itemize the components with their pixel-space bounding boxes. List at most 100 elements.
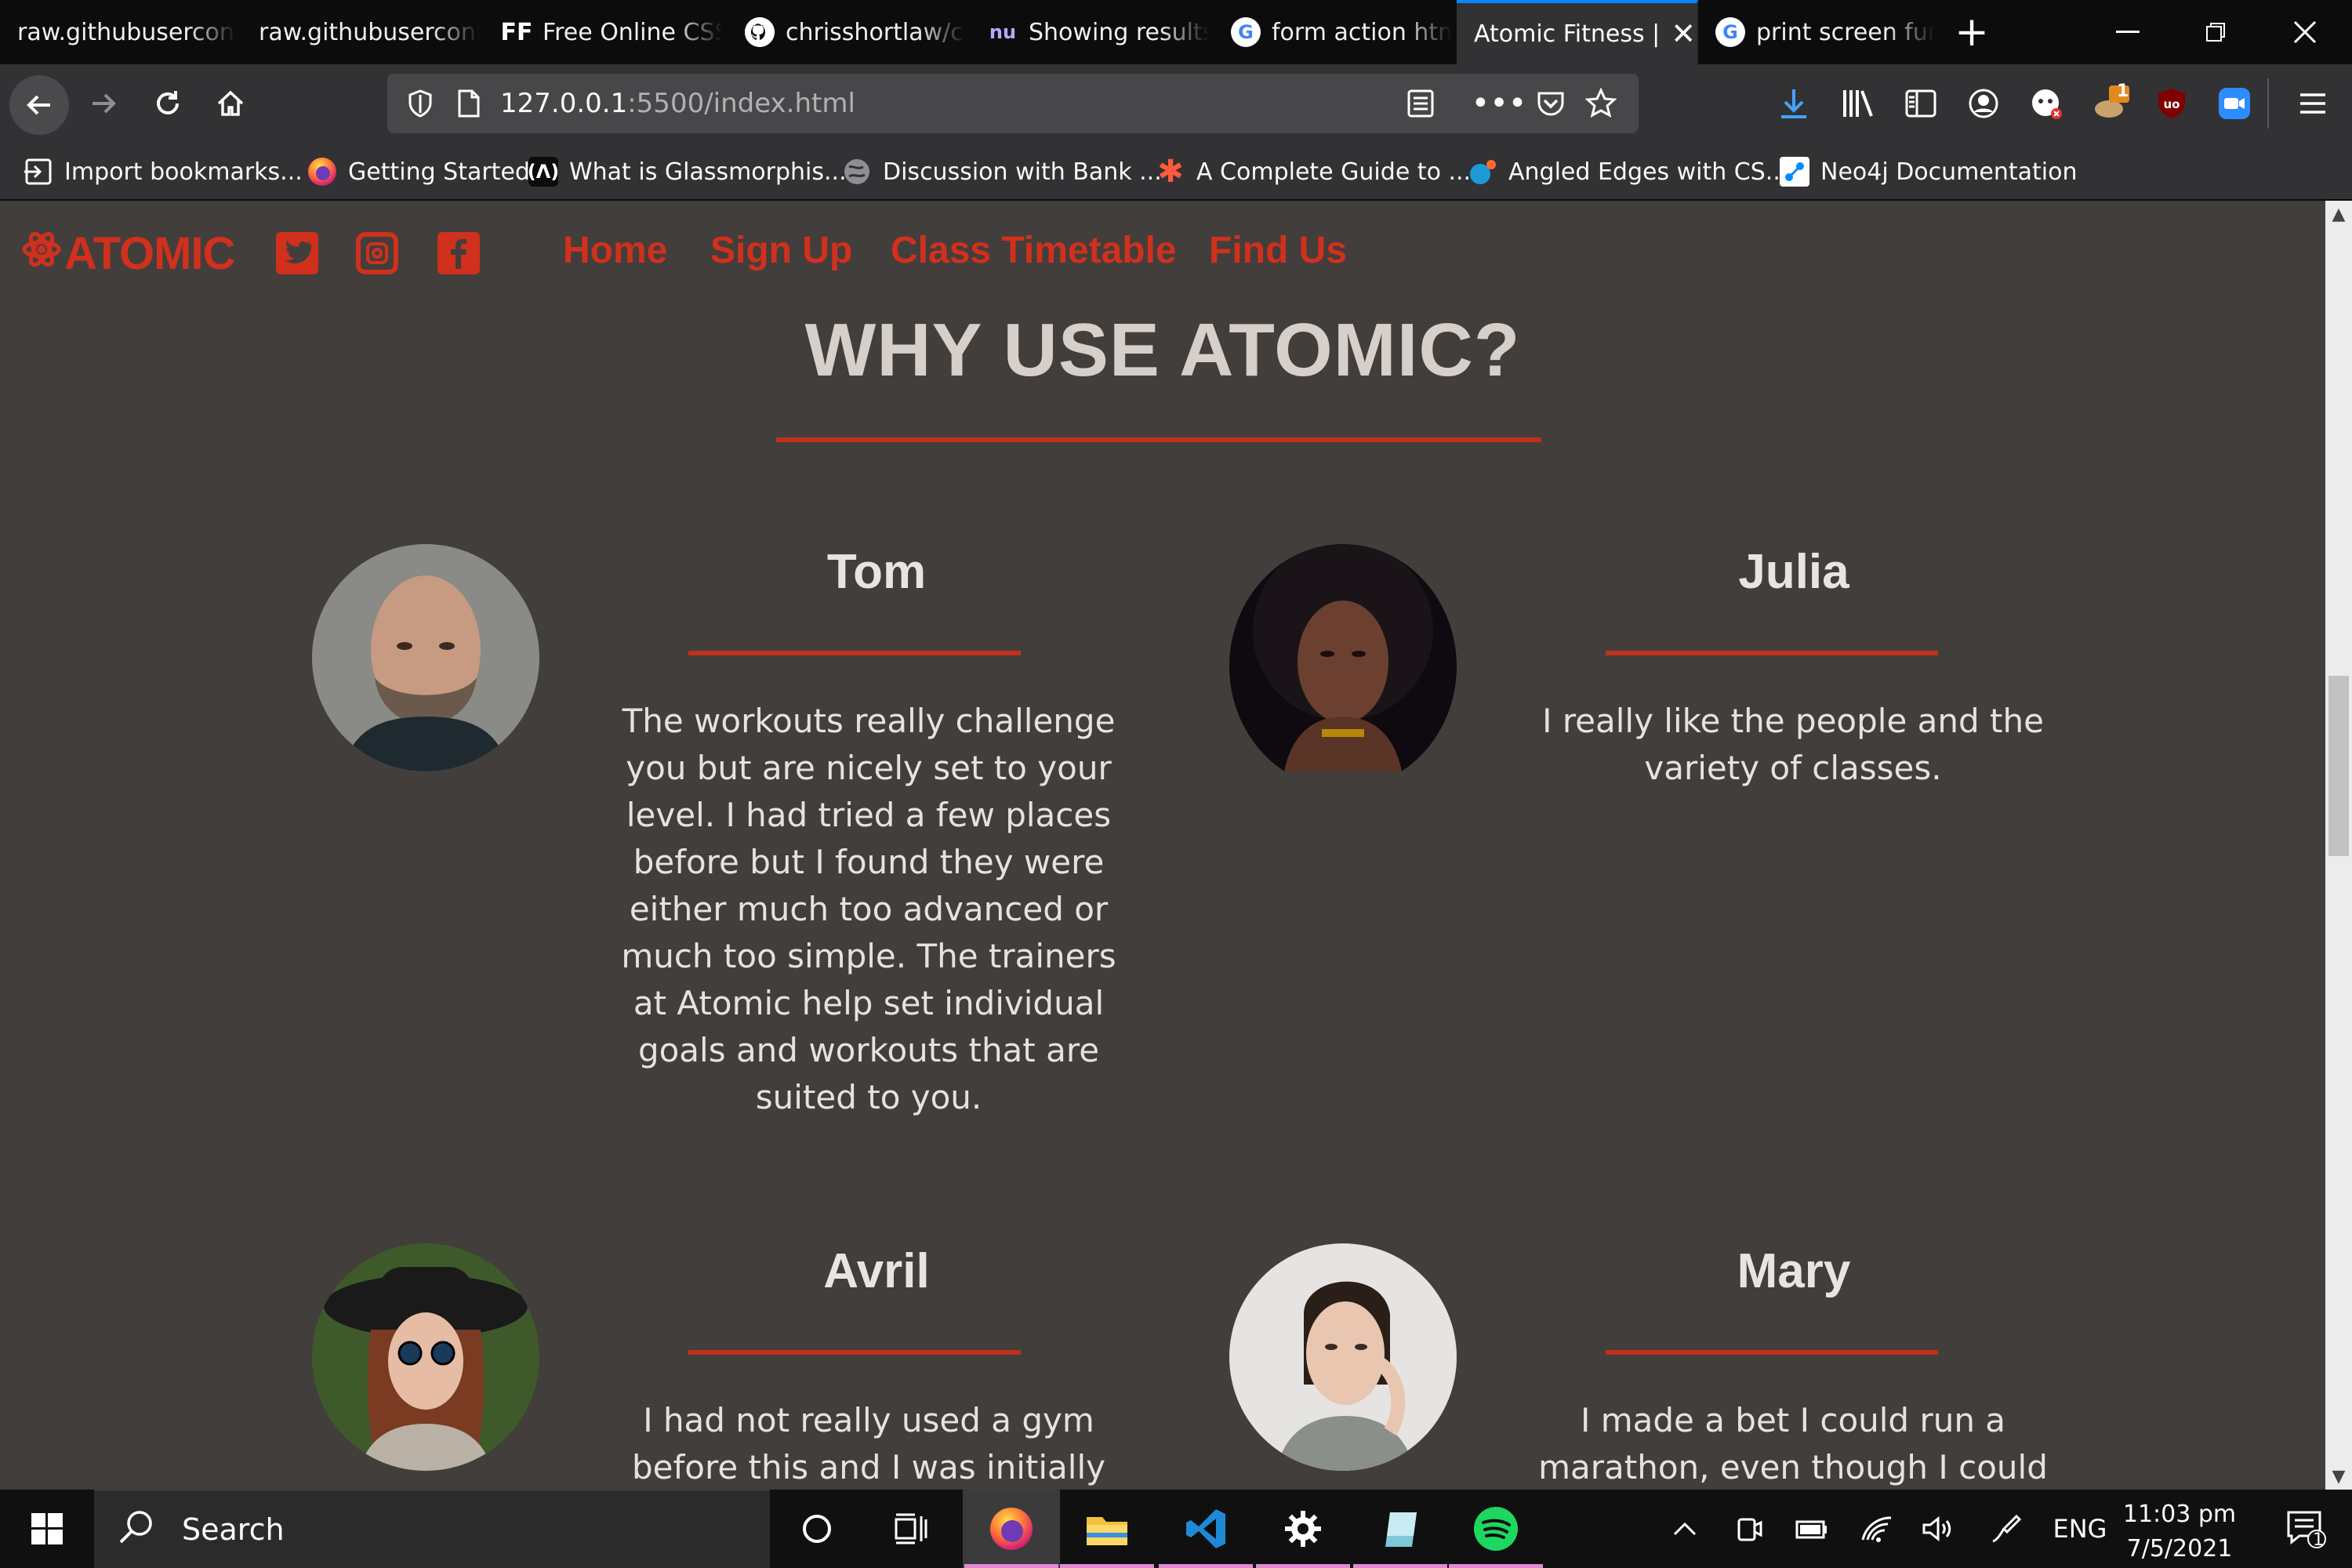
testimonial-name: Avril bbox=[823, 1244, 930, 1298]
home-button[interactable] bbox=[205, 78, 256, 129]
notification-count: 1 bbox=[2313, 1530, 2324, 1550]
twitter-icon[interactable] bbox=[276, 232, 318, 274]
show-hidden-icons-icon[interactable] bbox=[1665, 1490, 1704, 1568]
tab-title: Free Online CSS bbox=[543, 18, 728, 46]
close-tab-icon[interactable]: ✕ bbox=[1671, 16, 1696, 51]
forward-button[interactable] bbox=[78, 78, 129, 129]
tab-title: Atomic Fitness | bbox=[1474, 20, 1661, 48]
reload-button[interactable] bbox=[143, 78, 193, 129]
taskbar-search-box[interactable]: Search bbox=[94, 1490, 770, 1568]
testimonial-name: Julia bbox=[1738, 545, 1849, 599]
start-button[interactable] bbox=[0, 1490, 94, 1568]
extension-badge-icon[interactable]: 1 bbox=[2085, 78, 2136, 129]
spotify-icon[interactable] bbox=[1447, 1490, 1544, 1568]
nav-home[interactable]: Home bbox=[563, 229, 667, 272]
wifi-icon[interactable] bbox=[1855, 1490, 1899, 1568]
settings-gear-icon[interactable] bbox=[1254, 1490, 1352, 1568]
language-indicator[interactable]: ENG bbox=[2046, 1490, 2114, 1568]
page-icon bbox=[447, 82, 491, 125]
battery-icon[interactable] bbox=[1789, 1490, 1833, 1568]
pen-workspace-icon[interactable] bbox=[1984, 1490, 2027, 1568]
globe-icon bbox=[842, 157, 872, 187]
bookmark-import[interactable]: Import bookmarks... bbox=[24, 143, 303, 201]
scrollbar-thumb[interactable] bbox=[2328, 676, 2349, 856]
toolbar-divider bbox=[2267, 78, 2269, 129]
new-tab-button[interactable]: + bbox=[1929, 0, 2015, 64]
badge-count: 1 bbox=[2117, 82, 2129, 101]
tab-showing-results[interactable]: nu Showing results bbox=[971, 0, 1214, 64]
search-placeholder: Search bbox=[182, 1512, 285, 1547]
bookmark-label: Getting Started bbox=[348, 158, 530, 186]
minimize-button[interactable] bbox=[2084, 0, 2172, 64]
nav-sign-up[interactable]: Sign Up bbox=[710, 229, 852, 272]
clock-date: 7/5/2021 bbox=[2126, 1535, 2233, 1563]
close-window-button[interactable] bbox=[2261, 0, 2349, 64]
bookmark-discussion-bank[interactable]: Discussion with Bank ... bbox=[842, 143, 1162, 201]
navigation-toolbar: 127.0.0.1:5500/index.html ••• 1 uo bbox=[0, 64, 2352, 143]
clock-time: 11:03 pm bbox=[2122, 1501, 2237, 1528]
testimonial-text: I really like the people and the variety… bbox=[1542, 702, 2044, 787]
instagram-icon[interactable] bbox=[356, 232, 398, 274]
nu-icon: nu bbox=[989, 21, 1017, 43]
cortana-icon[interactable] bbox=[768, 1490, 866, 1568]
firefox-taskbar-icon[interactable] bbox=[963, 1490, 1060, 1568]
ghostery-icon[interactable] bbox=[2021, 78, 2071, 129]
tab-form-action[interactable]: G form action htm bbox=[1214, 0, 1457, 64]
more-actions-icon[interactable]: ••• bbox=[1472, 82, 1527, 125]
bookmark-glassmorphism[interactable]: (Λ) What is Glassmorphis... bbox=[528, 143, 847, 201]
shield-icon[interactable] bbox=[398, 82, 442, 125]
action-center-icon[interactable]: 1 bbox=[2270, 1490, 2341, 1568]
bookmark-angled-edges[interactable]: Angled Edges with CS... bbox=[1468, 143, 1788, 201]
windows-taskbar: Search ENG 11:03 pm 7/5/2021 1 bbox=[0, 1490, 2352, 1568]
page-viewport: ATOMIC Home Sign Up Class Timetable Find… bbox=[0, 201, 2325, 1490]
downloads-icon[interactable] bbox=[1769, 78, 1819, 129]
google-icon: G bbox=[1231, 17, 1261, 47]
testimonial-card-julia: Julia I really like the people and the v… bbox=[1229, 544, 2139, 936]
ublock-origin-icon[interactable]: uo bbox=[2147, 78, 2197, 129]
account-icon[interactable] bbox=[1958, 78, 2009, 129]
logo-text: ATOMIC bbox=[64, 227, 235, 279]
sidebar-icon[interactable] bbox=[1896, 78, 1946, 129]
tab-title: chrisshortlaw/c bbox=[786, 18, 964, 46]
bookmark-label: Neo4j Documentation bbox=[1820, 158, 2078, 186]
bookmark-star-icon[interactable] bbox=[1579, 82, 1623, 125]
back-button[interactable] bbox=[9, 75, 69, 135]
tab-atomic-fitness[interactable]: Atomic Fitness | ✕ bbox=[1457, 0, 1698, 64]
avatar-avril bbox=[312, 1243, 539, 1471]
pocket-icon[interactable] bbox=[1529, 82, 1573, 125]
notebook-app-icon[interactable] bbox=[1352, 1490, 1449, 1568]
tab-free-online-css[interactable]: FF Free Online CSS bbox=[485, 0, 728, 64]
bookmark-neo4j[interactable]: Neo4j Documentation bbox=[1780, 143, 2077, 201]
page-scrollbar[interactable]: ▲ ▼ bbox=[2325, 201, 2352, 1490]
menu-icon[interactable] bbox=[2288, 78, 2338, 129]
testimonial-text: The workouts really challenge you but ar… bbox=[621, 702, 1116, 1116]
meet-now-icon[interactable] bbox=[1730, 1490, 1769, 1568]
taskbar-clock[interactable]: 11:03 pm 7/5/2021 bbox=[2109, 1497, 2250, 1566]
import-icon bbox=[24, 157, 53, 187]
testimonial-text: I made a bet I could run a marathon, eve… bbox=[1538, 1401, 2048, 1486]
restore-button[interactable] bbox=[2172, 0, 2259, 64]
tab-raw-github-2[interactable]: raw.githubuserconte bbox=[241, 0, 485, 64]
name-divider bbox=[1606, 651, 1938, 655]
bookmark-label: Angled Edges with CS... bbox=[1508, 158, 1788, 186]
tab-print-screen[interactable]: G print screen fun bbox=[1698, 0, 1940, 64]
tab-raw-github-1[interactable]: raw.githubuserconte bbox=[0, 0, 241, 64]
zoom-extension-icon[interactable] bbox=[2209, 78, 2259, 129]
nav-class-timetable[interactable]: Class Timetable bbox=[891, 229, 1177, 272]
url-bar[interactable]: 127.0.0.1:5500/index.html ••• bbox=[387, 74, 1639, 133]
facebook-icon[interactable] bbox=[437, 232, 480, 274]
scroll-up-icon[interactable]: ▲ bbox=[2325, 201, 2352, 227]
reader-view-icon[interactable] bbox=[1399, 82, 1443, 125]
bookmark-getting-started[interactable]: Getting Started bbox=[307, 143, 530, 201]
volume-icon[interactable] bbox=[1916, 1490, 1960, 1568]
task-view-icon[interactable] bbox=[862, 1490, 960, 1568]
google-icon: G bbox=[1715, 17, 1745, 47]
file-explorer-icon[interactable] bbox=[1058, 1490, 1156, 1568]
tab-github[interactable]: chrisshortlaw/c bbox=[728, 0, 971, 64]
bookmark-complete-guide[interactable]: ✱ A Complete Guide to ... bbox=[1156, 143, 1471, 201]
library-icon[interactable] bbox=[1833, 78, 1883, 129]
vscode-icon[interactable] bbox=[1157, 1490, 1254, 1568]
site-logo[interactable]: ATOMIC bbox=[22, 226, 235, 281]
scroll-down-icon[interactable]: ▼ bbox=[2325, 1463, 2352, 1490]
nav-find-us[interactable]: Find Us bbox=[1209, 229, 1347, 272]
